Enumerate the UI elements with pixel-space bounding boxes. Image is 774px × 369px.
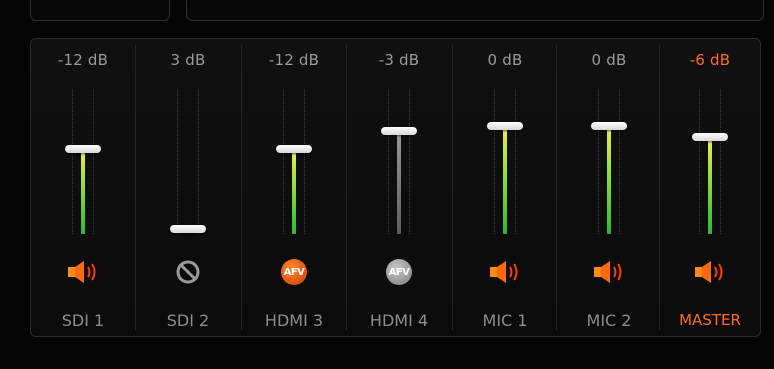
fader-knob[interactable] bbox=[65, 145, 101, 154]
fader-knob[interactable] bbox=[276, 145, 312, 154]
fader-track[interactable] bbox=[381, 89, 417, 234]
fader-knob[interactable] bbox=[381, 127, 417, 136]
afv-off-icon[interactable]: AFV bbox=[381, 258, 417, 286]
level-meter-fill bbox=[81, 149, 85, 234]
channel-strip-mic1: 0 dB MIC 1 bbox=[453, 39, 557, 336]
channel-label: SDI 1 bbox=[61, 311, 105, 330]
level-meter-fill bbox=[607, 125, 611, 234]
master-fader-knob[interactable] bbox=[692, 132, 728, 141]
speaker-icon[interactable] bbox=[692, 258, 728, 286]
fader-track[interactable] bbox=[65, 89, 101, 234]
channel-strip-hdmi4: -3 dB AFV HDMI 4 bbox=[347, 39, 451, 336]
master-db-readout: -6 dB bbox=[689, 51, 731, 69]
fader-knob[interactable] bbox=[591, 121, 627, 130]
audio-mixer-panel: -12 dB SDI 1 3 dB SDI 2 -12 dB AFV HDMI … bbox=[30, 38, 761, 337]
master-fader-track[interactable] bbox=[692, 89, 728, 234]
disabled-icon[interactable] bbox=[170, 258, 206, 286]
top-left-panel bbox=[30, 0, 170, 21]
speaker-icon[interactable] bbox=[487, 258, 523, 286]
level-meter-fill bbox=[708, 136, 712, 234]
speaker-icon[interactable] bbox=[591, 258, 627, 286]
speaker-icon[interactable] bbox=[65, 258, 101, 286]
afv-on-icon[interactable]: AFV bbox=[276, 258, 312, 286]
fader-knob[interactable] bbox=[487, 121, 523, 130]
channel-db-readout: 0 dB bbox=[591, 51, 627, 69]
channel-db-readout: -3 dB bbox=[378, 51, 420, 69]
channel-db-readout: -12 dB bbox=[268, 51, 320, 69]
afv-badge: AFV bbox=[281, 259, 307, 285]
afv-badge: AFV bbox=[386, 259, 412, 285]
channel-label: SDI 2 bbox=[166, 311, 210, 330]
channel-strip-master: -6 dB MASTER bbox=[660, 39, 760, 336]
channel-strip-sdi1: -12 dB SDI 1 bbox=[31, 39, 135, 336]
channel-label: MIC 2 bbox=[586, 311, 632, 330]
channel-strip-sdi2: 3 dB SDI 2 bbox=[136, 39, 240, 336]
level-meter-fill bbox=[292, 149, 296, 234]
fader-track[interactable] bbox=[276, 89, 312, 234]
channel-label: HDMI 3 bbox=[264, 311, 324, 330]
channel-label: MASTER bbox=[679, 311, 741, 329]
channel-label: HDMI 4 bbox=[369, 311, 429, 330]
channel-strip-mic2: 0 dB MIC 2 bbox=[557, 39, 661, 336]
channel-db-readout: 3 dB bbox=[170, 51, 206, 69]
level-meter-fill bbox=[397, 131, 401, 234]
fader-track[interactable] bbox=[591, 89, 627, 234]
top-right-panel bbox=[186, 0, 764, 21]
level-meter-fill bbox=[503, 125, 507, 234]
fader-track[interactable] bbox=[170, 89, 206, 234]
channel-strip-hdmi3: -12 dB AFV HDMI 3 bbox=[242, 39, 346, 336]
channel-label: MIC 1 bbox=[482, 311, 528, 330]
channel-db-readout: 0 dB bbox=[487, 51, 523, 69]
fader-track[interactable] bbox=[487, 89, 523, 234]
channel-db-readout: -12 dB bbox=[57, 51, 109, 69]
fader-knob[interactable] bbox=[170, 225, 206, 233]
